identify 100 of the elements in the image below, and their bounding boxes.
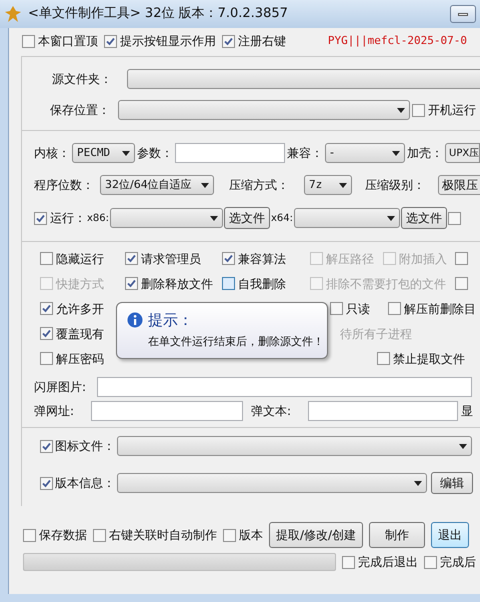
- check-icon: [127, 254, 136, 263]
- checkbox[interactable]: [222, 277, 235, 290]
- input-field[interactable]: [91, 401, 243, 421]
- checkbox[interactable]: [40, 252, 53, 265]
- checkbox[interactable]: [388, 302, 401, 315]
- push-button[interactable]: 提取/修改/创建: [269, 522, 364, 548]
- checkbox[interactable]: [222, 34, 235, 48]
- field-label: 弹网址:: [34, 403, 76, 420]
- checkbox-label: 右键关联时自动制作: [109, 527, 217, 544]
- checkbox[interactable]: [455, 277, 468, 290]
- minimize-button[interactable]: [450, 5, 476, 23]
- checkbox[interactable]: [223, 528, 236, 542]
- checkbox[interactable]: [424, 556, 437, 568]
- dropdown[interactable]: [294, 208, 400, 228]
- dropdown-arrow-icon: [392, 150, 400, 156]
- checkbox-label: 完成后: [440, 554, 476, 571]
- app-icon: [4, 5, 22, 23]
- field-label: 保存位置：: [50, 102, 111, 119]
- field-label: x86:: [87, 212, 110, 226]
- checkbox[interactable]: [40, 327, 53, 340]
- checkbox[interactable]: [448, 212, 462, 224]
- field-label: 压缩方式：: [228, 177, 290, 194]
- push-button[interactable]: 退出: [431, 522, 470, 548]
- checkbox[interactable]: [125, 277, 138, 290]
- checkbox-label: 请求管理员: [141, 250, 201, 268]
- checkbox[interactable]: [222, 252, 235, 265]
- dropdown[interactable]: -: [325, 143, 405, 163]
- check-icon: [224, 254, 233, 263]
- check-icon: [106, 36, 115, 46]
- checkbox[interactable]: [40, 440, 53, 452]
- checkbox-label: 待所有子进程: [340, 326, 412, 342]
- checkbox[interactable]: [40, 476, 53, 490]
- checkbox-label: 排除不需要打包的文件: [326, 276, 446, 292]
- field-label: 显: [461, 403, 473, 420]
- field-label: 源文件夹：: [52, 71, 113, 88]
- checkbox-label: 解压前删除目: [404, 300, 476, 318]
- window-title: <单文件制作工具> 32位 版本：7.0.2.3857: [28, 5, 289, 24]
- dropdown[interactable]: 7z: [304, 175, 352, 195]
- check-icon: [36, 214, 45, 222]
- checkbox-label: 允许多开: [56, 300, 104, 318]
- input-field[interactable]: [175, 143, 285, 163]
- checkbox[interactable]: [40, 352, 53, 365]
- info-icon: [127, 312, 143, 328]
- dropdown[interactable]: [117, 436, 472, 456]
- checkbox[interactable]: [342, 556, 355, 568]
- field-label: x64:: [271, 212, 294, 226]
- checkbox-label: 版本: [239, 527, 263, 544]
- dropdown[interactable]: 极限压: [438, 175, 480, 195]
- dropdown[interactable]: UPX压: [445, 143, 480, 163]
- field-label: 运行：: [50, 210, 86, 227]
- dropdown-arrow-icon: [414, 480, 422, 486]
- field-label: 程序位数：: [34, 177, 95, 194]
- field-label: 图标文件：: [55, 438, 115, 455]
- checkbox-label: 本窗口置顶: [38, 33, 98, 50]
- checkbox[interactable]: [412, 104, 425, 116]
- checkbox-label: 覆盖现有: [56, 326, 104, 342]
- checkbox-label: 自我删除: [238, 276, 286, 292]
- checkbox-label: 删除释放文件: [141, 276, 213, 292]
- checkbox[interactable]: [93, 528, 106, 542]
- push-button[interactable]: 编辑: [431, 472, 473, 494]
- checkbox[interactable]: [377, 352, 390, 365]
- checkbox[interactable]: [34, 212, 47, 224]
- checkbox[interactable]: [23, 528, 36, 542]
- field-label: 加壳：: [407, 145, 443, 162]
- checkbox[interactable]: [330, 302, 343, 315]
- field-label: 参数：: [137, 145, 173, 162]
- dropdown[interactable]: 32位/64位自适应: [100, 175, 214, 195]
- checkbox-label: 隐藏运行: [56, 250, 104, 268]
- checkbox-label: 保存数据: [39, 527, 87, 544]
- check-icon: [42, 478, 51, 488]
- dropdown[interactable]: [118, 100, 410, 120]
- dropdown[interactable]: [110, 208, 224, 228]
- push-button[interactable]: 选文件: [401, 207, 448, 229]
- checkbox-label: 只读: [346, 300, 370, 318]
- input-field[interactable]: [97, 377, 472, 397]
- dropdown[interactable]: [127, 69, 480, 89]
- field-label: 闪屏图片:: [34, 379, 88, 396]
- dropdown-arrow-icon: [210, 216, 218, 220]
- checkbox[interactable]: [104, 34, 117, 48]
- dropdown-arrow-icon: [339, 182, 347, 188]
- checkbox-label: 注册右键: [238, 33, 286, 50]
- push-button[interactable]: 选文件: [224, 207, 270, 229]
- input-field[interactable]: [308, 401, 458, 421]
- dropdown[interactable]: PECMD: [72, 143, 135, 163]
- checkbox[interactable]: [125, 252, 138, 265]
- dropdown[interactable]: [117, 473, 427, 493]
- checkbox-label: 完成后退出: [358, 554, 418, 571]
- field-label: 压缩级别：: [364, 177, 426, 194]
- checkbox[interactable]: [40, 302, 53, 315]
- push-button[interactable]: 制作: [369, 522, 426, 548]
- checkbox-label: 附加插入: [399, 250, 447, 268]
- field-label: 内核：: [34, 145, 70, 162]
- checkbox-label: 兼容算法: [238, 250, 286, 268]
- tooltip-text: 在单文件运行结束后，删除源文件！: [148, 334, 325, 350]
- check-icon: [224, 36, 233, 46]
- check-icon: [42, 442, 51, 450]
- checkbox[interactable]: [22, 34, 35, 48]
- checkbox[interactable]: [455, 252, 468, 265]
- check-icon: [127, 279, 136, 288]
- check-icon: [42, 304, 51, 313]
